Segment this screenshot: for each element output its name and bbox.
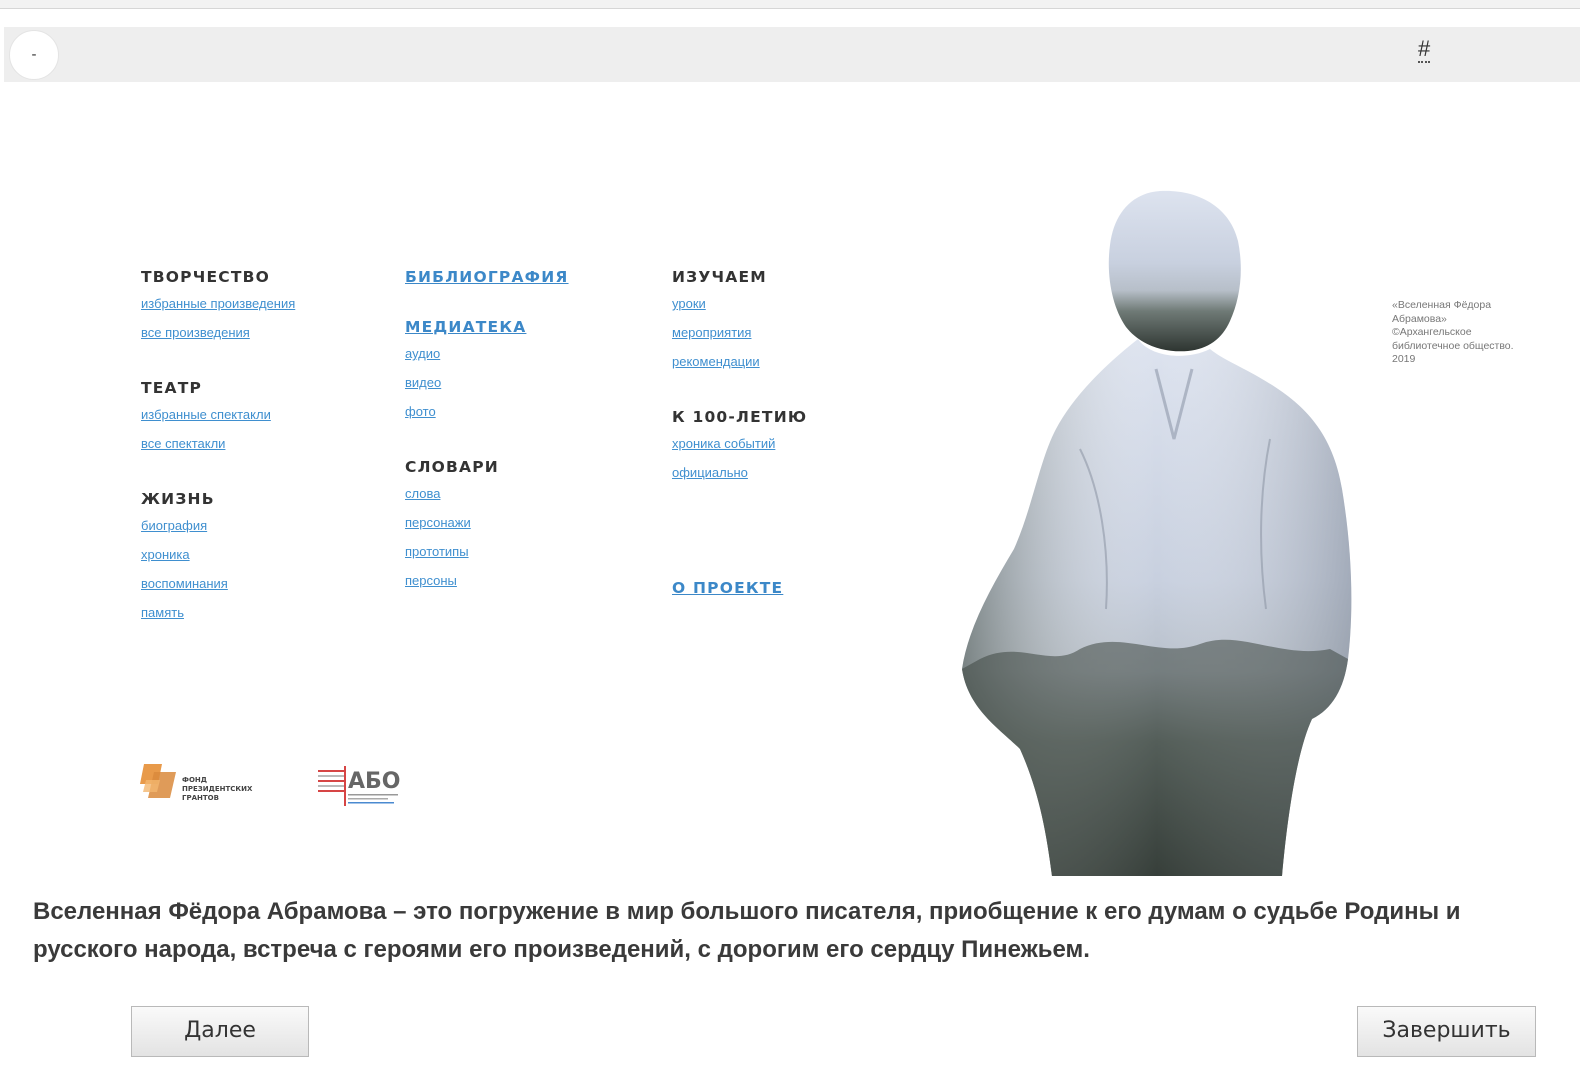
link-events[interactable]: мероприятия — [672, 324, 912, 353]
heading-zhizn: ЖИЗНЬ — [141, 490, 215, 508]
menu-column-1: ТВОРЧЕСТВО избранные произведения все пр… — [141, 266, 381, 657]
link-photo[interactable]: фото — [405, 403, 645, 432]
menu-group-teatr: ТЕАТР избранные спектакли все спектакли — [141, 377, 381, 464]
caption-line-3: ©Архангельское — [1392, 326, 1472, 338]
abo-logo: АБО — [318, 766, 401, 806]
heading-teatr: ТЕАТР — [141, 379, 203, 397]
finish-button[interactable]: Завершить — [1357, 1006, 1536, 1057]
menu-group-slovari: СЛОВАРИ слова персонажи прототипы персон… — [405, 456, 645, 601]
link-about-project[interactable]: О ПРОЕКТЕ — [672, 577, 912, 599]
presidential-grants-fund-logo: ФОНД ПРЕЗИДЕНТСКИХ ГРАНТОВ — [140, 764, 253, 802]
link-bibliography[interactable]: БИБЛИОГРАФИЯ — [405, 266, 645, 288]
fpg-line2: ПРЕЗИДЕНТСКИХ — [182, 785, 253, 793]
menu-column-3: ИЗУЧАЕМ уроки мероприятия рекомендации К… — [672, 266, 912, 623]
abo-text: АБО — [348, 769, 401, 794]
site-content: ТВОРЧЕСТВО избранные произведения все пр… — [0, 82, 1580, 876]
link-selected-works[interactable]: избранные произведения — [141, 295, 381, 324]
back-button[interactable]: - — [9, 30, 59, 80]
menu-group-zhizn: ЖИЗНЬ биография хроника воспоминания пам… — [141, 488, 381, 633]
fpg-line1: ФОНД — [182, 776, 207, 784]
link-mediateka[interactable]: МЕДИАТЕКА — [405, 316, 645, 338]
link-biography[interactable]: биография — [141, 517, 381, 546]
link-characters[interactable]: персонажи — [405, 514, 645, 543]
caption-line-4: библиотечное общество. — [1392, 339, 1514, 352]
hash-link[interactable]: # — [1418, 37, 1431, 63]
menu-column-2: БИБЛИОГРАФИЯ МЕДИАТЕКА аудио видео фото … — [405, 266, 645, 625]
heading-slovari: СЛОВАРИ — [405, 458, 499, 476]
window-top-border — [0, 0, 1580, 9]
caption-line-2: Абрамова» — [1392, 312, 1447, 325]
link-memoirs[interactable]: воспоминания — [141, 575, 381, 604]
menu-group-anniversary: К 100-ЛЕТИЮ хроника событий официально — [672, 406, 912, 493]
heading-tvorchestvo: ТВОРЧЕСТВО — [141, 268, 270, 286]
link-audio[interactable]: аудио — [405, 345, 645, 374]
link-events-chronicle[interactable]: хроника событий — [672, 435, 912, 464]
menu-group-mediateka: МЕДИАТЕКА аудио видео фото — [405, 316, 645, 432]
link-official[interactable]: официально — [672, 464, 912, 493]
heading-anniversary: К 100-ЛЕТИЮ — [672, 408, 808, 426]
link-recommendations[interactable]: рекомендации — [672, 353, 912, 382]
menu-group-izuchaem: ИЗУЧАЕМ уроки мероприятия рекомендации — [672, 266, 912, 382]
link-prototypes[interactable]: прототипы — [405, 543, 645, 572]
link-video[interactable]: видео — [405, 374, 645, 403]
heading-izuchaem: ИЗУЧАЕМ — [672, 268, 767, 286]
abramov-portrait-image — [962, 190, 1352, 876]
toolbar: - # — [4, 27, 1580, 82]
link-memory[interactable]: память — [141, 604, 381, 633]
menu-group-bibliography: БИБЛИОГРАФИЯ — [405, 266, 645, 288]
link-chronicle[interactable]: хроника — [141, 546, 381, 575]
link-all-works[interactable]: все произведения — [141, 324, 381, 353]
fpg-line3: ГРАНТОВ — [182, 794, 219, 802]
image-caption: «Вселенная Фёдора Абрамова» ©Архангельск… — [1392, 299, 1567, 367]
menu-group-about: О ПРОЕКТЕ — [672, 577, 912, 599]
link-lessons[interactable]: уроки — [672, 295, 912, 324]
menu-group-tvorchestvo: ТВОРЧЕСТВО избранные произведения все пр… — [141, 266, 381, 353]
next-button[interactable]: Далее — [131, 1006, 309, 1057]
description-text: Вселенная Фёдора Абрамова – это погружен… — [33, 898, 1461, 963]
caption-line-5: 2019 — [1392, 353, 1416, 365]
link-words[interactable]: слова — [405, 485, 645, 514]
link-all-plays[interactable]: все спектакли — [141, 435, 381, 464]
link-selected-plays[interactable]: избранные спектакли — [141, 406, 381, 435]
link-persons[interactable]: персоны — [405, 572, 645, 601]
sponsor-logos: ФОНД ПРЕЗИДЕНТСКИХ ГРАНТОВ АБО — [140, 762, 420, 812]
caption-line-1: «Вселенная Фёдора — [1392, 299, 1492, 311]
